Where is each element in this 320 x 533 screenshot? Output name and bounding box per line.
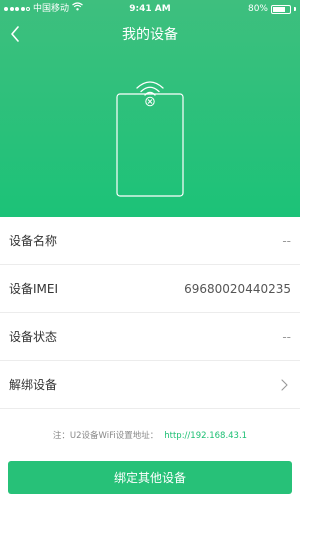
device-name-label: 设备名称 [9,234,58,248]
wifi-setup-url-link[interactable]: http://192.168.43.1 [164,431,247,441]
header-banner: 中国移动 9:41 AM 80% 我的设备 [0,0,300,217]
battery-tip [294,7,296,11]
device-name-row: 设备名称 -- [0,217,300,265]
chevron-right-icon [281,378,291,391]
nav-bar: 我的设备 [0,20,300,48]
device-status-row: 设备状态 -- [0,313,300,361]
wifi-setup-note-text: 注：U2设备WiFi设置地址： [52,431,159,441]
device-imei-value: 69680020440235 [184,281,291,296]
device-illustration [116,81,184,197]
device-info-list: 设备名称 -- 设备IMEI 69680020440235 设备状态 -- 解绑… [0,217,300,409]
status-right: 80% [248,0,296,18]
unbind-device-row[interactable]: 解绑设备 [0,361,300,409]
device-imei-label: 设备IMEI [9,282,59,296]
close-circle-icon [145,96,155,107]
wireless-signal-icon [136,81,164,96]
device-status-label: 设备状态 [9,330,58,344]
device-name-value: -- [282,233,291,248]
wifi-setup-note: 注：U2设备WiFi设置地址： http://192.168.43.1 [0,429,300,441]
phone-outline [116,93,184,197]
bind-other-device-button[interactable]: 绑定其他设备 [8,461,292,494]
battery-fill [273,6,286,12]
device-imei-row: 设备IMEI 69680020440235 [0,265,300,313]
status-bar: 中国移动 9:41 AM 80% [0,0,300,18]
battery-percent: 80% [247,4,268,14]
battery-icon [271,4,291,14]
page-title: 我的设备 [122,27,178,43]
device-status-value: -- [282,329,291,344]
unbind-device-label: 解绑设备 [9,378,58,392]
